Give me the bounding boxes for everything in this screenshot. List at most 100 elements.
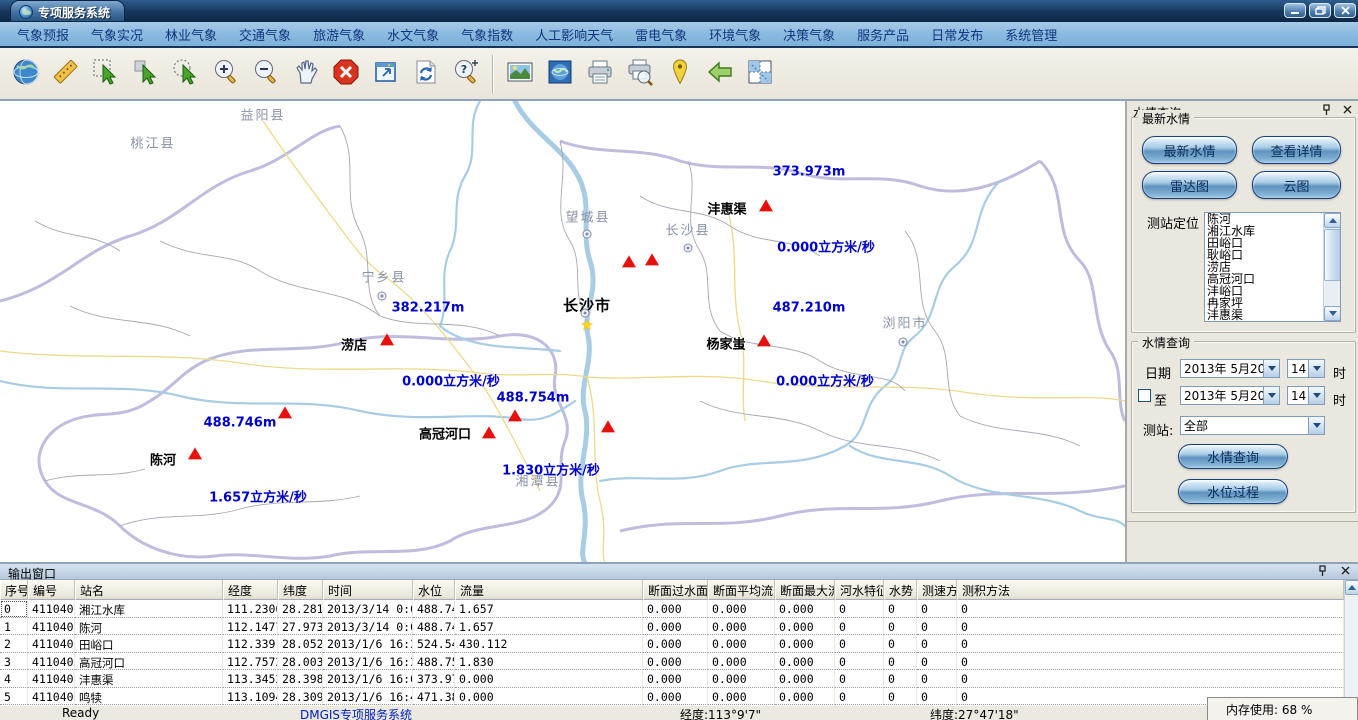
output-title-bar[interactable]: 输出窗口 bbox=[0, 564, 1358, 580]
column-header-7[interactable]: 水位 bbox=[413, 580, 455, 600]
column-header-4[interactable]: 经度 bbox=[223, 580, 278, 600]
output-pin-icon[interactable] bbox=[1316, 564, 1329, 577]
cloud-image-button[interactable]: 云图 bbox=[1252, 171, 1341, 199]
station-triangle-marker[interactable] bbox=[482, 426, 496, 438]
scroll-up-icon[interactable] bbox=[1324, 213, 1341, 228]
station-triangle-marker[interactable] bbox=[508, 409, 522, 421]
scroll-thumb[interactable] bbox=[1324, 229, 1341, 281]
globe-button[interactable] bbox=[6, 53, 46, 95]
column-header-9[interactable]: 断面过水面 bbox=[643, 580, 708, 600]
stage-process-button[interactable]: 水位过程 bbox=[1178, 479, 1288, 504]
menu-item-3[interactable]: 林业气象 bbox=[154, 23, 228, 46]
map-canvas[interactable]: 益阳县桃江县宁乡县望城县长沙县浏阳市湘潭县长沙市涝店陈河高冠河口沣惠渠杨家蚩38… bbox=[0, 100, 1125, 562]
date-combo[interactable]: 2013年 5月20日 bbox=[1180, 359, 1280, 378]
hour-combo[interactable]: 14 bbox=[1287, 359, 1325, 378]
menu-item-5[interactable]: 旅游气象 bbox=[302, 23, 376, 46]
menu-item-7[interactable]: 气象指数 bbox=[450, 23, 524, 46]
column-header-6[interactable]: 时间 bbox=[323, 580, 413, 600]
column-header-2[interactable]: 编号 bbox=[28, 580, 75, 600]
output-close-icon[interactable] bbox=[1339, 564, 1352, 577]
menu-item-8[interactable]: 人工影响天气 bbox=[524, 23, 624, 46]
column-header-10[interactable]: 断面平均流 bbox=[708, 580, 775, 600]
pin-icon[interactable] bbox=[1320, 103, 1333, 116]
table-row[interactable]: 341104010高冠河口112.75722228.0033332013/1/6… bbox=[0, 653, 1344, 671]
station-list[interactable]: 陈河湘江水库田峪口耿峪口涝店高冠河口沣峪口冉家坪沣惠渠 bbox=[1204, 212, 1341, 322]
menu-item-1[interactable]: 气象预报 bbox=[6, 23, 80, 46]
menu-item-6[interactable]: 水文气象 bbox=[376, 23, 450, 46]
station-triangle-marker[interactable] bbox=[380, 333, 394, 345]
station-triangle-marker[interactable] bbox=[601, 420, 615, 432]
station-triangle-marker[interactable] bbox=[757, 334, 771, 346]
menu-item-12[interactable]: 服务产品 bbox=[846, 23, 920, 46]
minimize-button[interactable] bbox=[1284, 3, 1306, 18]
output-table[interactable]: 序号编号站名经度纬度时间水位流量断面过水面断面平均流断面最大流河水特征码水势测速… bbox=[0, 580, 1344, 706]
panel-close-icon[interactable] bbox=[1341, 103, 1354, 116]
date-dropdown-icon[interactable] bbox=[1263, 360, 1279, 377]
map-window-button[interactable] bbox=[540, 53, 580, 95]
table-row[interactable]: 541104022鸣犊113.10944428.3091672013/1/6 1… bbox=[0, 688, 1344, 706]
column-header-12[interactable]: 河水特征码 bbox=[835, 580, 884, 600]
table-row[interactable]: 041104002湘江水库111.23000028.2811112013/3/1… bbox=[0, 600, 1344, 618]
table-row[interactable]: 141104002陈河112.14777827.9736112013/3/14 … bbox=[0, 618, 1344, 636]
column-header-1[interactable]: 序号 bbox=[0, 580, 28, 600]
menu-item-2[interactable]: 气象实况 bbox=[80, 23, 154, 46]
restore-button[interactable] bbox=[1309, 3, 1331, 18]
output-scrollbar[interactable] bbox=[1344, 580, 1358, 706]
station-triangle-marker[interactable] bbox=[278, 406, 292, 418]
column-header-13[interactable]: 水势 bbox=[884, 580, 917, 600]
view-details-button[interactable]: 查看详情 bbox=[1252, 136, 1341, 164]
zoom-in-button[interactable] bbox=[206, 53, 246, 95]
station-triangle-marker[interactable] bbox=[645, 253, 659, 265]
back-button[interactable] bbox=[700, 53, 740, 95]
date2-combo[interactable]: 2013年 5月20日 bbox=[1180, 386, 1280, 405]
zoom-out-button[interactable] bbox=[246, 53, 286, 95]
placemark-button[interactable] bbox=[660, 53, 700, 95]
identify-button[interactable]: ? bbox=[446, 53, 486, 95]
menu-item-13[interactable]: 日常发布 bbox=[920, 23, 994, 46]
to-date-checkbox[interactable] bbox=[1138, 389, 1151, 402]
menu-item-10[interactable]: 环境气象 bbox=[698, 23, 772, 46]
column-header-5[interactable]: 纬度 bbox=[278, 580, 323, 600]
image-button[interactable] bbox=[500, 53, 540, 95]
close-button[interactable] bbox=[1334, 3, 1356, 18]
scroll-down-icon[interactable] bbox=[1324, 306, 1341, 321]
column-header-15[interactable]: 测积方法 bbox=[957, 580, 1344, 600]
select-area-button[interactable] bbox=[166, 53, 206, 95]
radar-chart-button[interactable]: 雷达图 bbox=[1142, 171, 1237, 199]
station-list-item-9[interactable]: 沣惠渠 bbox=[1205, 309, 1323, 321]
column-header-11[interactable]: 断面最大流 bbox=[775, 580, 835, 600]
table-row[interactable]: 241104004田峪口112.33916728.0522222013/1/6 … bbox=[0, 635, 1344, 653]
stop-button[interactable] bbox=[326, 53, 366, 95]
station-combo[interactable]: 全部 bbox=[1180, 416, 1325, 435]
grid-map-button[interactable] bbox=[740, 53, 780, 95]
column-header-8[interactable]: 流量 bbox=[455, 580, 643, 600]
column-header-14[interactable]: 测速方法 bbox=[917, 580, 957, 600]
list-scrollbar[interactable] bbox=[1323, 213, 1340, 321]
station-triangle-marker[interactable] bbox=[759, 199, 773, 211]
new-window-button[interactable] bbox=[366, 53, 406, 95]
station-triangle-marker[interactable] bbox=[622, 255, 636, 267]
select-feature-button[interactable] bbox=[86, 53, 126, 95]
menu-item-14[interactable]: 系统管理 bbox=[994, 23, 1068, 46]
menu-item-11[interactable]: 决策气象 bbox=[772, 23, 846, 46]
measure-button[interactable] bbox=[46, 53, 86, 95]
table-row[interactable]: 441104017沣惠渠113.34527828.3986112013/1/6 … bbox=[0, 670, 1344, 688]
refresh-button[interactable] bbox=[406, 53, 446, 95]
latest-water-button[interactable]: 最新水情 bbox=[1142, 136, 1237, 164]
print-icon bbox=[585, 57, 615, 90]
print-preview-button[interactable] bbox=[620, 53, 660, 95]
output-scroll-up-icon[interactable] bbox=[1345, 580, 1358, 595]
pan-button[interactable] bbox=[286, 53, 326, 95]
column-header-3[interactable]: 站名 bbox=[75, 580, 223, 600]
select-arrow-button[interactable] bbox=[126, 53, 166, 95]
station-triangle-marker[interactable] bbox=[188, 447, 202, 459]
print-button[interactable] bbox=[580, 53, 620, 95]
hour2-dropdown-icon[interactable] bbox=[1308, 387, 1324, 404]
hour-dropdown-icon[interactable] bbox=[1308, 360, 1324, 377]
hour2-combo[interactable]: 14 bbox=[1287, 386, 1325, 405]
water-query-button[interactable]: 水情查询 bbox=[1178, 444, 1288, 469]
date2-dropdown-icon[interactable] bbox=[1263, 387, 1279, 404]
menu-item-9[interactable]: 雷电气象 bbox=[624, 23, 698, 46]
station-dropdown-icon[interactable] bbox=[1308, 417, 1324, 434]
menu-item-4[interactable]: 交通气象 bbox=[228, 23, 302, 46]
